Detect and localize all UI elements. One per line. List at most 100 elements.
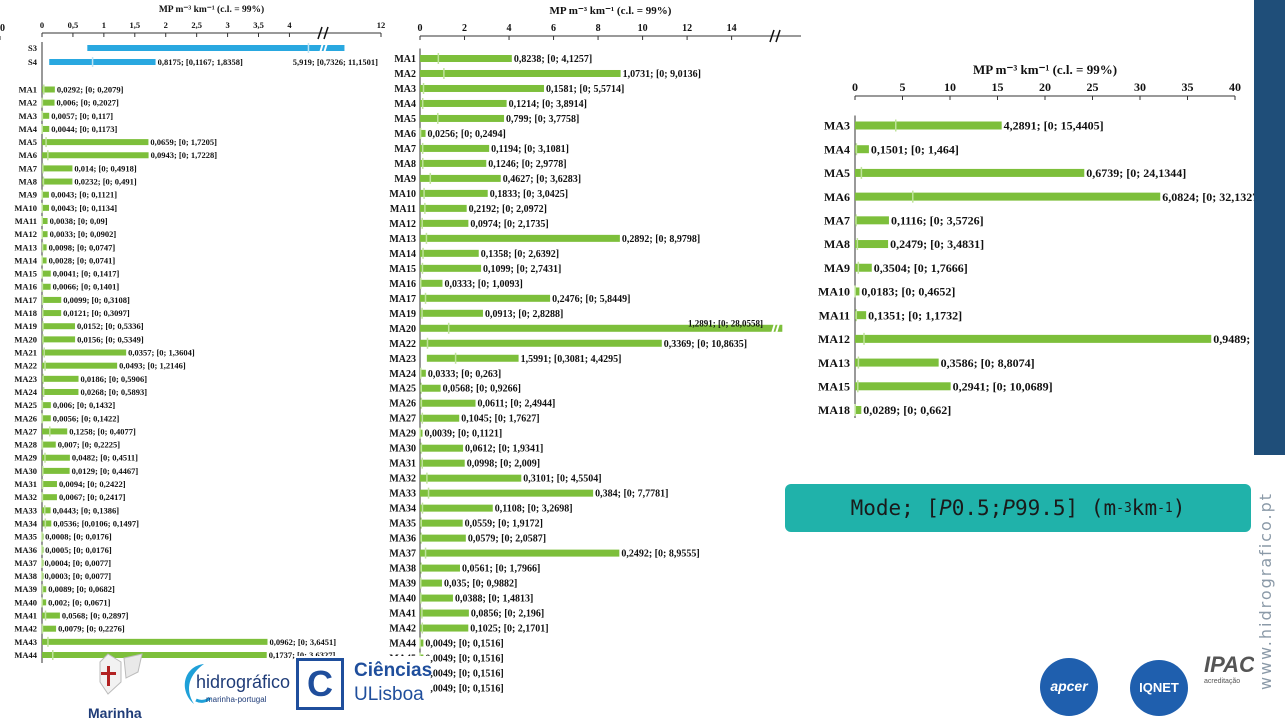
chart1-bar [42,388,79,395]
chart1-bar [42,283,51,290]
chart2-category-label: MA20 [389,324,416,335]
ipac-logo: IPAC acreditação [1204,652,1255,716]
chart2-bar [420,249,479,257]
chart1-data-label: 0,0005; [0; 0,0176] [45,545,112,555]
chart2-bar [420,294,551,302]
chart1-data-label: 0,0056; [0; 0,1422] [53,413,120,423]
chart1-bar [42,204,50,211]
chart1-bar [42,375,79,382]
chart3-bar [855,168,1085,177]
chart3-data-label: 0,0183; [0; 0,4652] [861,285,955,299]
chart1-data-label: 0,006; [0; 0,1432] [53,400,115,410]
chart2-data-label: 0,1358; [0; 2,6392] [481,249,559,260]
chart2-bar [420,459,465,467]
chart1-bar [42,612,60,619]
chart1-data-label: 0,0268; [0; 0,5893] [80,387,147,397]
chart1-data-label: 0,0098; [0; 0,0747] [49,242,116,252]
chart1-bar [42,152,149,159]
chart1-bar [42,467,70,474]
chart2-category-label: MA7 [394,144,416,155]
chart3-tick-label: 0 [852,80,858,94]
chart2-data-label: 0,384; [0; 7,7781] [595,489,668,500]
chart2-category-label: MA32 [389,474,416,485]
chart2-tick-label: 8 [596,23,601,34]
chart1-category-label: MA5 [19,137,37,147]
chart1-bar [42,415,51,422]
legend-p-low: P [939,496,952,520]
chart3-data-label: 0,3586; [0; 8,8074] [941,356,1035,370]
chart1-category-label: MA3 [19,111,37,121]
legend-mid: km [1131,496,1158,520]
chart1-bar [42,454,70,461]
chart2-data-label: 0,1833; [0; 3,0425] [490,189,568,200]
chart1-tick-label: 4 [287,20,292,30]
chart1-tick-label: 2 [164,20,168,30]
chart1-category-label: MA27 [14,426,37,436]
chart2-bar [420,55,512,62]
chart1-tick-label: 2,5 [191,20,202,30]
chart1-highlight-bar [49,59,156,65]
chart2-data-label: 0,0333; [0; 0,263] [428,369,501,380]
chart1-bar [42,323,76,330]
chart1-category-label: MA15 [14,269,37,279]
chart1-bar [42,638,268,645]
chart1-category-label: MA33 [14,505,37,515]
chart3-data-label: 4,2891; [0; 15,4405] [1004,119,1104,133]
chart3-bar [855,240,889,249]
chart2-data-label: 0,1108; [0; 3,2698] [495,504,573,515]
chart1-bar [42,349,127,356]
chart3-bar [855,192,1161,201]
chart2-data-label: 1,0731; [0; 9,0136] [623,69,701,80]
chart1-tick-label: 12 [377,20,386,30]
chart3-data-label: 0,2479; [0; 3,4831] [890,237,984,251]
chart2-bar [420,564,460,572]
chart1-data-label: 0,0066; [0; 0,1401] [53,282,120,292]
chart3-bar [855,263,872,272]
chart2-bar [420,99,507,107]
chart3-tick-label: 40 [1229,80,1241,94]
chart2-category-label: MA2 [394,69,416,80]
chart1-data-label: 0,0057; [0; 0,117] [51,111,113,121]
chart1-data-label: 0,014; [0; 0,4918] [74,163,136,173]
chart2-bar [420,264,482,272]
chart2-category-label: MA6 [394,129,416,140]
chart2-data-label: 0,3101; [0; 4,5504] [523,474,601,485]
chart1-data-label: 0,002; [0; 0,0671] [48,597,110,607]
chart2-data-label: 0,0559; [0; 1,9172] [465,519,543,530]
chart1-category-label: MA10 [14,203,37,213]
chart1-data-label: 0,0152; [0; 0,5336] [77,321,144,331]
chart2-category-label: MA24 [389,369,416,380]
chart1-data-label: 0,0357; [0; 1,3604] [128,347,195,357]
chart1-data-label: 0,8175; [0,1167; 1,8358] [158,57,243,67]
chart1-category-label: MA16 [14,282,37,292]
chart2-data-label: 0,0333; [0; 1,0093] [444,279,522,290]
chart2-data-label: 1,5991; [0,3081; 4,4295] [521,354,622,365]
chart2-bar [420,84,545,92]
chart1-category-label: MA29 [14,453,37,463]
chart2-data-label: 0,2492; [0; 8,9555] [621,549,699,560]
chart2-category-label: MA13 [389,234,416,245]
chart1-data-label: 0,0186; [0; 0,5906] [81,374,148,384]
chart1-category-label: MA2 [19,98,37,108]
chart2-bar [420,579,442,587]
marinha-logo: Marinha [88,652,158,721]
chart1-data-label: 0,0079; [0; 0,2276] [58,624,125,634]
chart2-bar [420,69,621,77]
hidrografico-logo: hidrográfico marinha-portugal [176,660,290,712]
chart2-category-label: MA44 [389,639,416,650]
chart3-bar [855,121,1002,130]
chart3-category-label: MA18 [818,403,850,417]
legend-exp1: -3 [1116,500,1132,516]
chart2-bar [420,159,487,167]
hidrografico-subtext: marinha-portugal [206,695,267,704]
chart2-data-label: 1,2891; [0; 28,0558] [688,318,763,328]
chart1-bar [42,441,56,448]
chart1-category-label: MA43 [14,637,37,647]
chart1-bar [42,520,52,527]
chart2-category-label: MA22 [389,339,416,350]
chart1-category-label: MA7 [19,163,38,173]
chart1-data-label: 0,0028; [0; 0,0741] [49,255,116,265]
chart3-tick-label: 15 [992,80,1004,94]
chart3-category-label: MA6 [824,190,850,204]
marinha-text: Marinha [88,705,142,721]
